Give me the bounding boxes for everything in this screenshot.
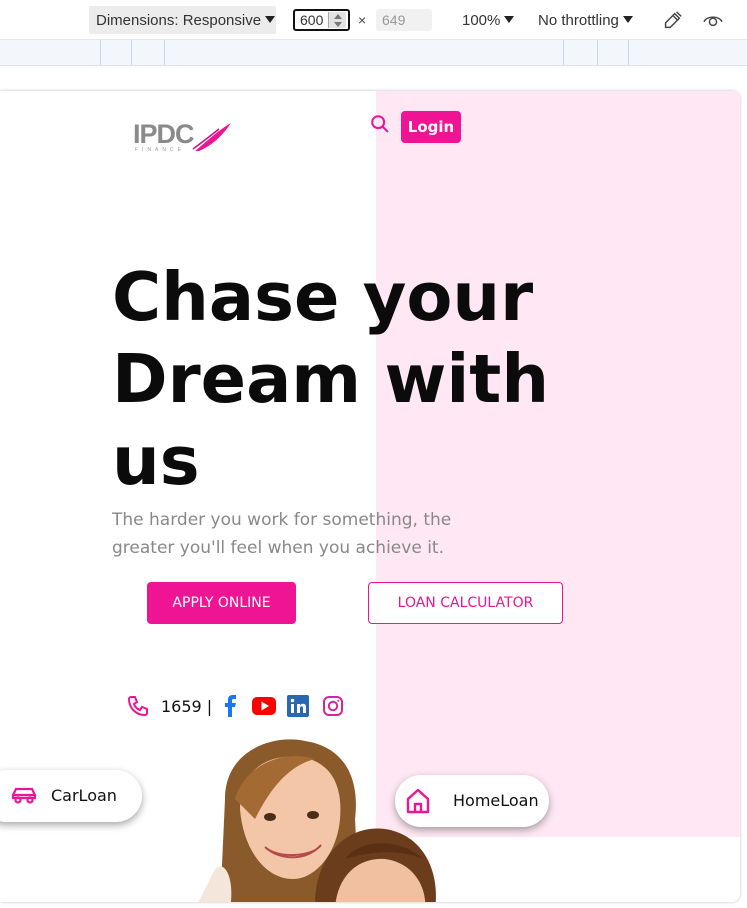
page-viewport: IPDC FINANCE Login Chase your Dream with…	[0, 91, 740, 902]
dimensions-label: Dimensions: Responsive	[96, 12, 262, 29]
loan-calculator-button[interactable]: LOAN CALCULATOR	[368, 582, 563, 624]
height-input[interactable]: 649	[376, 9, 432, 31]
hero-title: Chase your Dream with us	[112, 258, 550, 500]
hotline-number[interactable]: 1659 |	[161, 697, 212, 716]
media-query-ruler	[0, 40, 747, 66]
times-sign: ×	[358, 12, 367, 28]
throttling-dropdown[interactable]: No throttling	[538, 12, 633, 29]
logo-text: IPDC	[133, 119, 195, 149]
logo[interactable]: IPDC FINANCE	[133, 119, 233, 155]
width-stepper[interactable]	[328, 12, 346, 28]
linkedin-icon[interactable]	[287, 695, 309, 717]
zoom-label: 100%	[462, 12, 501, 29]
login-button[interactable]: Login	[401, 111, 461, 143]
eye-icon[interactable]	[702, 11, 724, 29]
height-placeholder: 649	[382, 12, 406, 28]
ruler-tick	[628, 40, 629, 65]
chevron-down-icon	[622, 16, 633, 23]
carloan-card[interactable]: CarLoan	[0, 770, 142, 822]
ruler-tick	[563, 40, 564, 65]
carloan-label: CarLoan	[51, 786, 117, 805]
homeloan-label: HomeLoan	[453, 791, 539, 810]
hero-subtitle: The harder you work for something, the g…	[112, 510, 452, 558]
width-value: 600	[300, 12, 324, 28]
ruler-tick	[597, 40, 598, 65]
logo-subtext: FINANCE	[135, 147, 185, 153]
ruler-tick	[100, 40, 101, 65]
chevron-down-icon	[265, 16, 276, 23]
devtools-toolbar: Dimensions: Responsive 600 × 649 100% No…	[0, 0, 747, 40]
ruler-tick	[164, 40, 165, 65]
homeloan-card[interactable]: HomeLoan	[395, 775, 549, 827]
apply-online-button[interactable]: APPLY ONLINE	[147, 582, 296, 624]
facebook-icon[interactable]	[221, 695, 239, 717]
color-picker-icon[interactable]	[661, 10, 683, 32]
zoom-dropdown[interactable]: 100%	[462, 12, 515, 29]
home-icon	[406, 788, 430, 814]
chevron-down-icon	[504, 16, 515, 23]
phone-icon[interactable]	[126, 694, 150, 718]
search-icon[interactable]	[369, 113, 391, 135]
width-input[interactable]: 600	[293, 9, 350, 31]
instagram-icon[interactable]	[322, 695, 344, 717]
feather-icon	[192, 123, 231, 151]
throttling-label: No throttling	[538, 12, 619, 29]
youtube-icon[interactable]	[252, 696, 276, 716]
car-icon	[11, 787, 37, 804]
dimensions-dropdown[interactable]: Dimensions: Responsive	[89, 6, 276, 34]
ruler-tick	[131, 40, 132, 65]
